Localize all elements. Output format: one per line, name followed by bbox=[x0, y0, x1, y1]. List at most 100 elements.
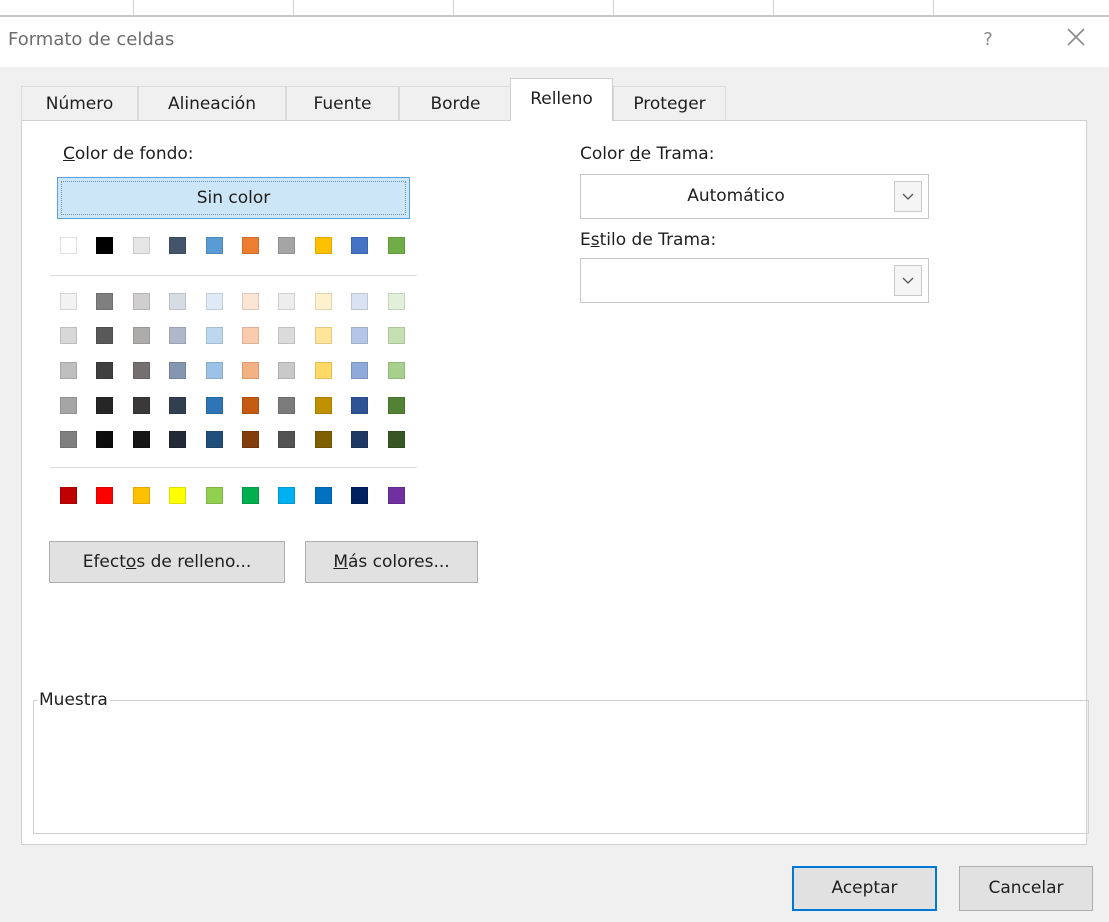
tab-numero[interactable]: Número bbox=[21, 86, 138, 120]
theme-color-swatch[interactable] bbox=[242, 237, 259, 254]
tab-fuente[interactable]: Fuente bbox=[286, 86, 399, 120]
standard-color-swatch[interactable] bbox=[242, 487, 259, 504]
tab-alineacion[interactable]: Alineación bbox=[138, 86, 286, 120]
theme-tint-swatch[interactable] bbox=[242, 362, 259, 379]
column-gridline bbox=[133, 0, 134, 15]
help-button[interactable]: ? bbox=[978, 25, 998, 55]
theme-tint-swatch[interactable] bbox=[206, 397, 223, 414]
theme-tint-swatch[interactable] bbox=[278, 362, 295, 379]
theme-tint-swatch[interactable] bbox=[133, 397, 150, 414]
theme-tint-swatch[interactable] bbox=[278, 327, 295, 344]
theme-tint-swatch[interactable] bbox=[388, 293, 405, 310]
no-color-button[interactable]: Sin color bbox=[57, 177, 410, 219]
accelerator-key: o bbox=[125, 552, 137, 572]
theme-tint-swatch[interactable] bbox=[315, 362, 332, 379]
more-colors-button[interactable]: Más colores... bbox=[305, 541, 478, 583]
theme-color-swatch[interactable] bbox=[388, 237, 405, 254]
theme-tint-swatch[interactable] bbox=[206, 293, 223, 310]
theme-tint-swatch[interactable] bbox=[169, 293, 186, 310]
standard-color-swatch[interactable] bbox=[388, 487, 405, 504]
theme-color-swatch[interactable] bbox=[351, 237, 368, 254]
theme-tint-swatch[interactable] bbox=[96, 293, 113, 310]
standard-color-swatch[interactable] bbox=[278, 487, 295, 504]
theme-tint-swatch[interactable] bbox=[315, 293, 332, 310]
theme-tint-swatch[interactable] bbox=[96, 362, 113, 379]
theme-color-swatch[interactable] bbox=[133, 237, 150, 254]
theme-color-swatch[interactable] bbox=[169, 237, 186, 254]
theme-tint-swatch[interactable] bbox=[206, 431, 223, 448]
theme-tint-swatch[interactable] bbox=[206, 327, 223, 344]
standard-color-swatch[interactable] bbox=[169, 487, 186, 504]
close-button[interactable] bbox=[1060, 25, 1092, 55]
dropdown-button[interactable] bbox=[894, 265, 922, 296]
theme-tint-swatch[interactable] bbox=[351, 397, 368, 414]
theme-tint-swatch[interactable] bbox=[351, 293, 368, 310]
theme-tint-swatch[interactable] bbox=[351, 327, 368, 344]
theme-color-swatch[interactable] bbox=[60, 237, 77, 254]
theme-tint-swatch[interactable] bbox=[206, 362, 223, 379]
tab-relleno[interactable]: Relleno bbox=[510, 78, 613, 121]
sample-label: Muestra bbox=[37, 690, 110, 710]
theme-tint-swatch[interactable] bbox=[351, 431, 368, 448]
theme-tint-swatch[interactable] bbox=[133, 362, 150, 379]
accelerator-key: C bbox=[63, 144, 75, 164]
theme-tint-swatch[interactable] bbox=[242, 397, 259, 414]
theme-tint-swatch[interactable] bbox=[388, 327, 405, 344]
theme-tint-swatch[interactable] bbox=[278, 293, 295, 310]
theme-tint-swatch[interactable] bbox=[388, 362, 405, 379]
theme-tint-swatch[interactable] bbox=[278, 397, 295, 414]
theme-tint-swatch[interactable] bbox=[96, 431, 113, 448]
accelerator-key: s bbox=[590, 230, 600, 250]
label-text: Color bbox=[580, 144, 630, 164]
theme-tint-swatch[interactable] bbox=[315, 397, 332, 414]
theme-color-swatch[interactable] bbox=[278, 237, 295, 254]
theme-tint-swatch[interactable] bbox=[351, 362, 368, 379]
fill-effects-button[interactable]: Efectos de relleno... bbox=[49, 541, 285, 583]
theme-tint-swatch[interactable] bbox=[60, 362, 77, 379]
standard-color-swatch[interactable] bbox=[351, 487, 368, 504]
column-gridline bbox=[453, 0, 454, 15]
pattern-color-combo[interactable]: Automático bbox=[580, 174, 929, 219]
close-icon bbox=[1067, 28, 1085, 46]
theme-tint-swatch[interactable] bbox=[242, 327, 259, 344]
palette-divider bbox=[50, 275, 417, 276]
theme-tint-swatch[interactable] bbox=[169, 397, 186, 414]
theme-tint-swatch[interactable] bbox=[278, 431, 295, 448]
theme-tint-swatch[interactable] bbox=[96, 327, 113, 344]
theme-tint-swatch[interactable] bbox=[242, 293, 259, 310]
theme-tint-swatch[interactable] bbox=[169, 431, 186, 448]
pattern-style-combo[interactable] bbox=[580, 258, 929, 303]
theme-tint-swatch[interactable] bbox=[96, 397, 113, 414]
standard-color-swatch[interactable] bbox=[133, 487, 150, 504]
theme-tint-swatch[interactable] bbox=[169, 327, 186, 344]
theme-tint-swatch[interactable] bbox=[133, 293, 150, 310]
title-bar: Formato de celdas ? bbox=[0, 17, 1109, 67]
theme-tint-swatch[interactable] bbox=[315, 431, 332, 448]
theme-tint-swatch[interactable] bbox=[133, 431, 150, 448]
theme-tint-swatch[interactable] bbox=[388, 397, 405, 414]
standard-color-swatch[interactable] bbox=[96, 487, 113, 504]
accelerator-key: d bbox=[629, 144, 641, 164]
standard-color-swatch[interactable] bbox=[206, 487, 223, 504]
theme-tint-swatch[interactable] bbox=[388, 431, 405, 448]
theme-color-swatch[interactable] bbox=[315, 237, 332, 254]
label-text: ás colores... bbox=[347, 552, 450, 572]
tab-borde[interactable]: Borde bbox=[399, 86, 512, 120]
ok-button[interactable]: Aceptar bbox=[792, 866, 937, 911]
theme-tint-swatch[interactable] bbox=[242, 431, 259, 448]
dropdown-button[interactable] bbox=[894, 181, 922, 212]
theme-tint-swatch[interactable] bbox=[315, 327, 332, 344]
theme-tint-swatch[interactable] bbox=[169, 362, 186, 379]
standard-color-swatch[interactable] bbox=[60, 487, 77, 504]
theme-tint-swatch[interactable] bbox=[60, 293, 77, 310]
theme-color-swatch[interactable] bbox=[96, 237, 113, 254]
theme-tint-swatch[interactable] bbox=[60, 397, 77, 414]
standard-color-swatch[interactable] bbox=[315, 487, 332, 504]
theme-tint-swatch[interactable] bbox=[133, 327, 150, 344]
tab-proteger[interactable]: Proteger bbox=[613, 86, 726, 120]
theme-tint-swatch[interactable] bbox=[60, 327, 77, 344]
cancel-button[interactable]: Cancelar bbox=[959, 866, 1093, 911]
theme-tint-swatch[interactable] bbox=[60, 431, 77, 448]
theme-color-swatch[interactable] bbox=[206, 237, 223, 254]
worksheet-background bbox=[0, 0, 1109, 17]
